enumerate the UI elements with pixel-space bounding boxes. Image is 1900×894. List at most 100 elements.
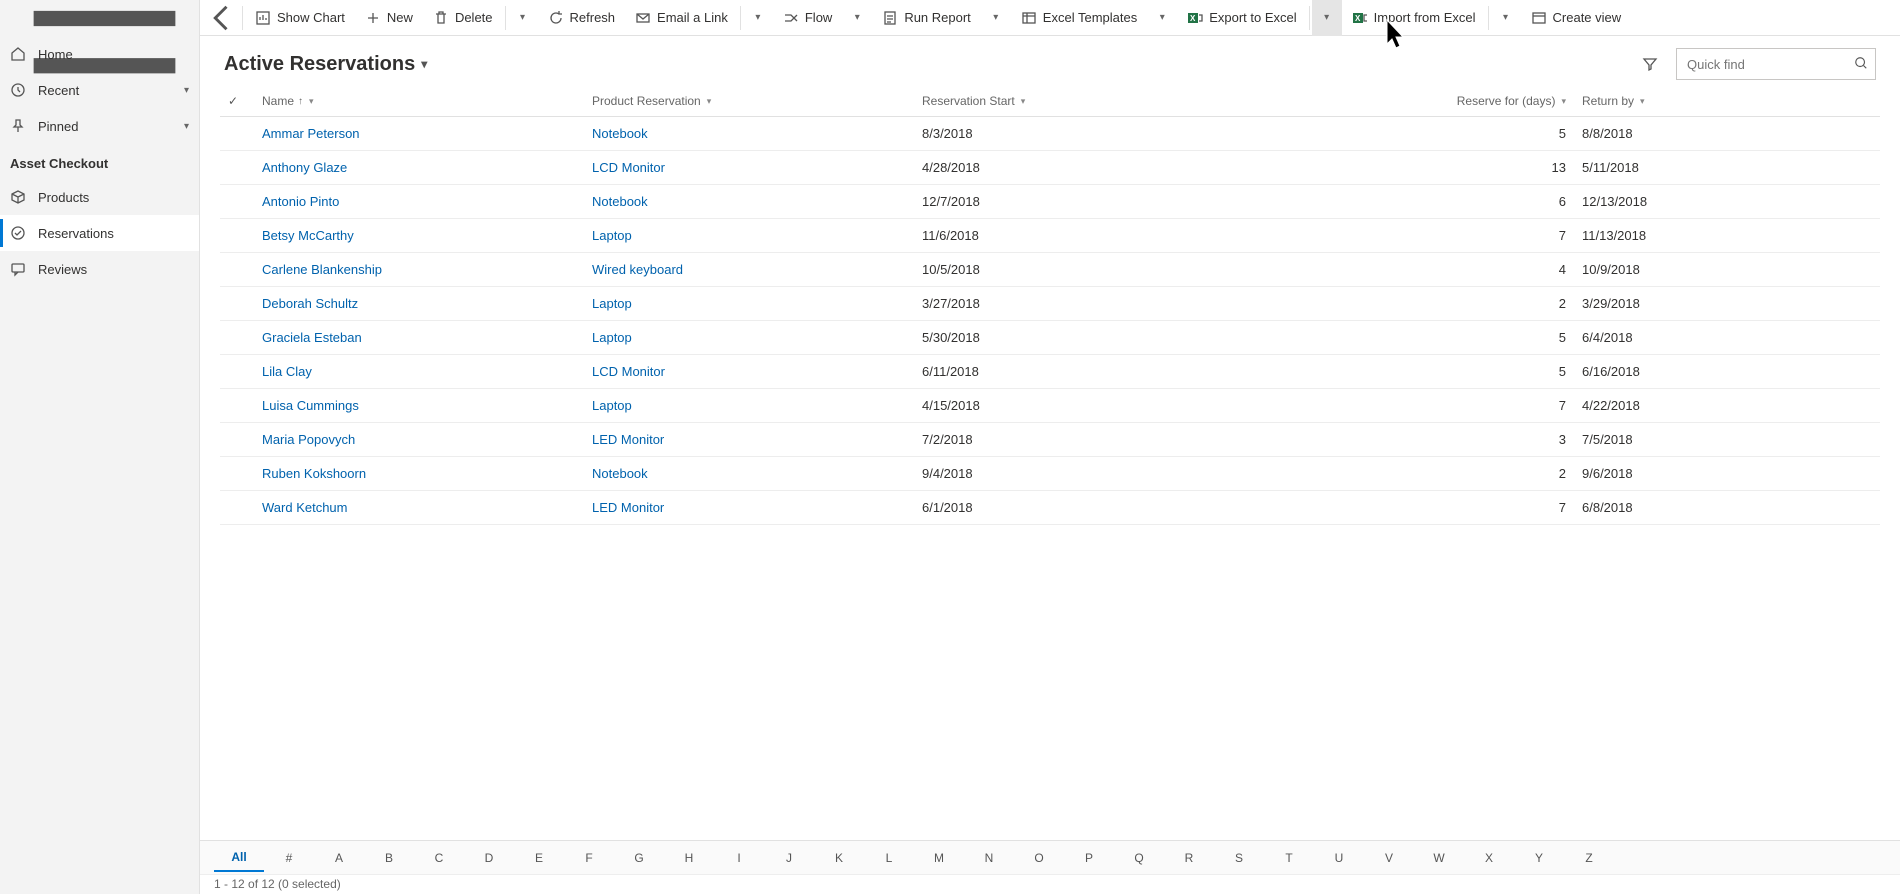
table-row[interactable]: Carlene BlankenshipWired keyboard10/5/20… <box>220 253 1880 287</box>
name-link[interactable]: Ammar Peterson <box>262 126 360 141</box>
alpha-y[interactable]: Y <box>1514 845 1564 871</box>
row-checkbox-cell[interactable] <box>220 389 254 423</box>
name-link[interactable]: Maria Popovych <box>262 432 355 447</box>
flow-dropdown[interactable]: ▾ <box>842 0 872 36</box>
flow-button[interactable]: Flow <box>773 0 842 36</box>
alpha-m[interactable]: M <box>914 845 964 871</box>
product-link[interactable]: LCD Monitor <box>592 364 665 379</box>
col-return-by[interactable]: Return by ▾ <box>1574 86 1880 117</box>
hamburger-button[interactable] <box>0 0 199 36</box>
alpha-j[interactable]: J <box>764 845 814 871</box>
select-all-column[interactable]: ✓ <box>220 86 254 117</box>
row-checkbox-cell[interactable] <box>220 423 254 457</box>
product-link[interactable]: Laptop <box>592 296 632 311</box>
name-link[interactable]: Anthony Glaze <box>262 160 347 175</box>
name-link[interactable]: Deborah Schultz <box>262 296 358 311</box>
alpha-w[interactable]: W <box>1414 845 1464 871</box>
run-report-dropdown[interactable]: ▾ <box>981 0 1011 36</box>
table-row[interactable]: Antonio PintoNotebook12/7/2018612/13/201… <box>220 185 1880 219</box>
import-excel-button[interactable]: X Import from Excel <box>1342 0 1486 36</box>
refresh-button[interactable]: Refresh <box>538 0 626 36</box>
new-button[interactable]: New <box>355 0 423 36</box>
nav-products[interactable]: Products <box>0 179 199 215</box>
excel-templates-dropdown[interactable]: ▾ <box>1147 0 1177 36</box>
row-checkbox-cell[interactable] <box>220 457 254 491</box>
row-checkbox-cell[interactable] <box>220 287 254 321</box>
alpha-x[interactable]: X <box>1464 845 1514 871</box>
view-switcher[interactable]: Active Reservations ▾ <box>224 53 427 76</box>
alpha-p[interactable]: P <box>1064 845 1114 871</box>
create-view-button[interactable]: Create view <box>1521 0 1632 36</box>
table-row[interactable]: Graciela EstebanLaptop5/30/201856/4/2018 <box>220 321 1880 355</box>
product-link[interactable]: LED Monitor <box>592 432 664 447</box>
export-excel-dropdown[interactable]: ▾ <box>1312 0 1342 36</box>
nav-home[interactable]: Home <box>0 36 199 72</box>
search-icon[interactable] <box>1854 56 1868 73</box>
alpha-n[interactable]: N <box>964 845 1014 871</box>
product-link[interactable]: LCD Monitor <box>592 160 665 175</box>
search-input[interactable] <box>1676 48 1876 80</box>
nav-reservations[interactable]: Reservations <box>0 215 199 251</box>
name-link[interactable]: Lila Clay <box>262 364 312 379</box>
name-link[interactable]: Ward Ketchum <box>262 500 348 515</box>
nav-recent[interactable]: Recent ▾ <box>0 72 199 108</box>
alpha-r[interactable]: R <box>1164 845 1214 871</box>
row-checkbox-cell[interactable] <box>220 355 254 389</box>
table-row[interactable]: Lila ClayLCD Monitor6/11/201856/16/2018 <box>220 355 1880 389</box>
product-link[interactable]: LED Monitor <box>592 500 664 515</box>
delete-button[interactable]: Delete <box>423 0 503 36</box>
email-link-button[interactable]: Email a Link <box>625 0 738 36</box>
table-row[interactable]: Luisa CummingsLaptop4/15/201874/22/2018 <box>220 389 1880 423</box>
row-checkbox-cell[interactable] <box>220 151 254 185</box>
alpha-all[interactable]: All <box>214 844 264 872</box>
nav-reviews[interactable]: Reviews <box>0 251 199 287</box>
col-product[interactable]: Product Reservation ▾ <box>584 86 914 117</box>
table-row[interactable]: Ward KetchumLED Monitor6/1/201876/8/2018 <box>220 491 1880 525</box>
table-row[interactable]: Anthony GlazeLCD Monitor4/28/2018135/11/… <box>220 151 1880 185</box>
alpha-t[interactable]: T <box>1264 845 1314 871</box>
alpha-i[interactable]: I <box>714 845 764 871</box>
nav-pinned[interactable]: Pinned ▾ <box>0 108 199 144</box>
name-link[interactable]: Antonio Pinto <box>262 194 339 209</box>
alpha-k[interactable]: K <box>814 845 864 871</box>
alpha-b[interactable]: B <box>364 845 414 871</box>
product-link[interactable]: Laptop <box>592 398 632 413</box>
table-row[interactable]: Betsy McCarthyLaptop11/6/2018711/13/2018 <box>220 219 1880 253</box>
row-checkbox-cell[interactable] <box>220 117 254 151</box>
alpha-#[interactable]: # <box>264 845 314 871</box>
alpha-f[interactable]: F <box>564 845 614 871</box>
export-excel-button[interactable]: X Export to Excel <box>1177 0 1306 36</box>
col-reserve-for[interactable]: Reserve for (days) ▾ <box>1244 86 1574 117</box>
alpha-s[interactable]: S <box>1214 845 1264 871</box>
product-link[interactable]: Laptop <box>592 228 632 243</box>
alpha-h[interactable]: H <box>664 845 714 871</box>
alpha-o[interactable]: O <box>1014 845 1064 871</box>
alpha-z[interactable]: Z <box>1564 845 1614 871</box>
name-link[interactable]: Carlene Blankenship <box>262 262 382 277</box>
col-start[interactable]: Reservation Start ▾ <box>914 86 1244 117</box>
alpha-e[interactable]: E <box>514 845 564 871</box>
excel-templates-button[interactable]: Excel Templates <box>1011 0 1147 36</box>
alpha-q[interactable]: Q <box>1114 845 1164 871</box>
table-row[interactable]: Ammar PetersonNotebook8/3/201858/8/2018 <box>220 117 1880 151</box>
table-row[interactable]: Maria PopovychLED Monitor7/2/201837/5/20… <box>220 423 1880 457</box>
row-checkbox-cell[interactable] <box>220 321 254 355</box>
back-button[interactable] <box>204 0 240 36</box>
run-report-button[interactable]: Run Report <box>872 0 980 36</box>
filter-button[interactable] <box>1634 48 1666 80</box>
alpha-l[interactable]: L <box>864 845 914 871</box>
product-link[interactable]: Wired keyboard <box>592 262 683 277</box>
email-link-dropdown[interactable]: ▾ <box>743 0 773 36</box>
import-excel-dropdown[interactable]: ▾ <box>1491 0 1521 36</box>
col-name[interactable]: Name ↑ ▾ <box>254 86 584 117</box>
alpha-v[interactable]: V <box>1364 845 1414 871</box>
delete-dropdown[interactable]: ▾ <box>508 0 538 36</box>
product-link[interactable]: Notebook <box>592 126 648 141</box>
row-checkbox-cell[interactable] <box>220 219 254 253</box>
name-link[interactable]: Graciela Esteban <box>262 330 362 345</box>
name-link[interactable]: Betsy McCarthy <box>262 228 354 243</box>
alpha-g[interactable]: G <box>614 845 664 871</box>
product-link[interactable]: Notebook <box>592 194 648 209</box>
row-checkbox-cell[interactable] <box>220 253 254 287</box>
row-checkbox-cell[interactable] <box>220 491 254 525</box>
